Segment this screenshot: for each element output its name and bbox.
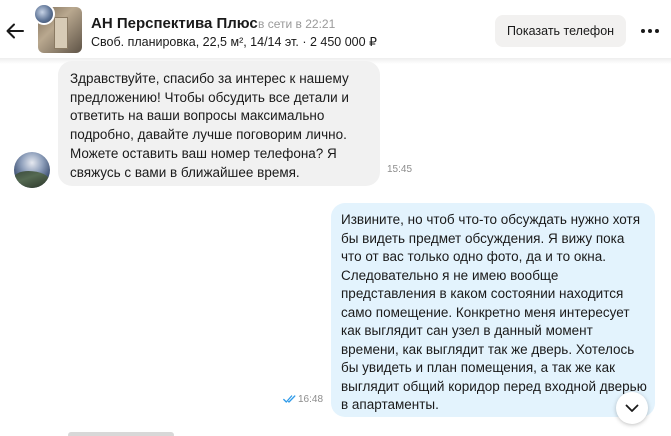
show-phone-button[interactable]: Показать телефон [495,15,626,47]
more-dots-icon [641,29,645,33]
avatar-landscape [14,171,50,188]
outgoing-message-bubble[interactable]: Извините, но чтоб что-то обсуждать нужно… [331,203,655,417]
preview-placeholder [150,432,174,436]
incoming-message-text: Здравствуйте, спасибо за интерес к нашем… [70,71,349,180]
incoming-message-bubble[interactable]: Здравствуйте, спасибо за интерес к нашем… [58,61,380,186]
more-dot [655,29,659,33]
next-message-preview [0,428,671,436]
outgoing-message-time: 16:48 [298,394,324,405]
chat-header: АН Перспектива Плюс в сети в 22:21 Своб.… [0,0,671,62]
back-button[interactable] [4,18,26,44]
scroll-down-button[interactable] [616,392,648,424]
listing-info[interactable]: Своб. планировка, 22,5 м², 14/14 эт. · 2… [91,34,377,49]
preview-placeholder [68,432,158,436]
arrow-left-icon [6,23,24,39]
listing-photo-door [54,17,68,49]
seller-avatar [33,3,55,25]
double-check-icon [283,395,296,403]
seller-name[interactable]: АН Перспектива Плюс [91,15,258,32]
seller-online-status: в сети в 22:21 [258,17,336,31]
more-options-button[interactable] [636,18,664,44]
incoming-message-time: 15:45 [387,164,413,175]
seller-message-avatar [14,152,50,188]
chevron-down-icon [625,404,639,412]
outgoing-message-text: Извините, но чтоб что-то обсуждать нужно… [341,212,647,412]
more-dot [648,29,652,33]
